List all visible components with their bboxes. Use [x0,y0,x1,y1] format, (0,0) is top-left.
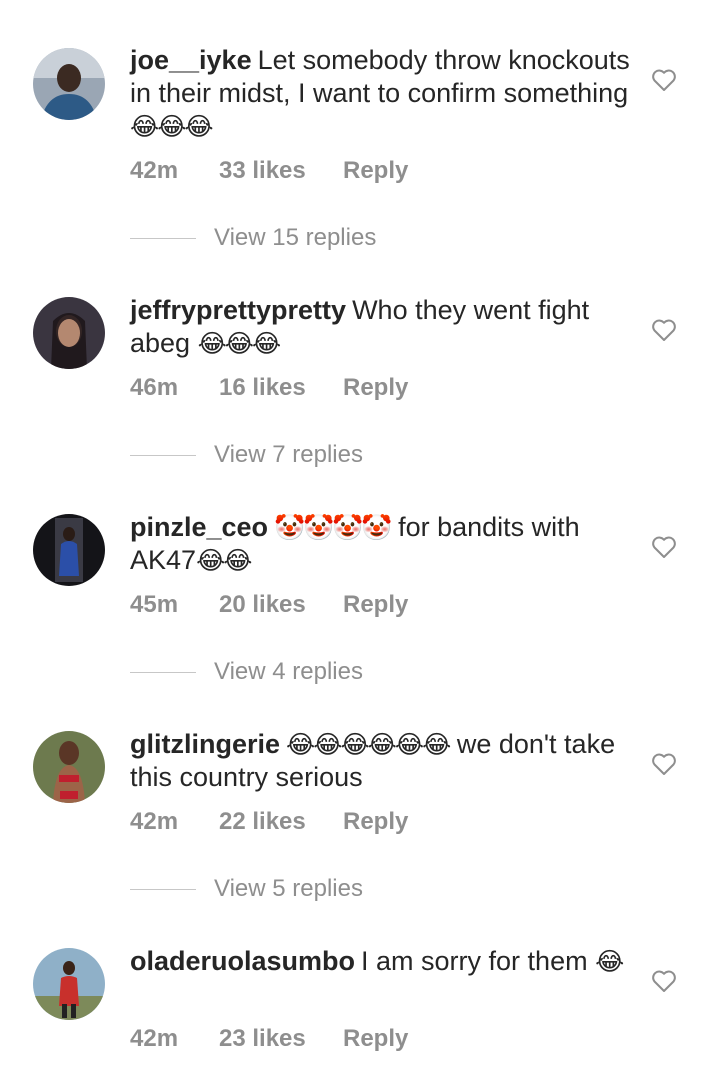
emoji: 😂 [595,947,624,976]
comment-time: 42m [130,157,179,184]
divider [130,238,196,239]
heart-icon[interactable] [651,969,677,993]
reply-button[interactable]: Reply [343,591,408,619]
like-count[interactable]: 22 likes [219,808,306,836]
comment-username[interactable]: joe__iyke [130,45,252,75]
comment-text: joe__iyke Let somebody throw knockouts in… [130,44,630,143]
reply-button[interactable]: Reply [343,1025,408,1053]
comment-time: 42m [130,1025,179,1052]
view-replies-label[interactable]: View 4 replies [214,658,363,686]
comment-time: 46m [130,374,179,401]
avatar[interactable] [33,948,105,1020]
heart-icon[interactable] [651,535,677,559]
comment-time: 42m [130,808,179,835]
like-count[interactable]: 23 likes [219,1025,306,1053]
emoji: 😂😂 [196,546,252,575]
avatar[interactable] [33,731,105,803]
heart-icon[interactable] [651,318,677,342]
avatar[interactable] [33,297,105,369]
avatar[interactable] [33,514,105,586]
comment-text: pinzle_ceo 🤡🤡🤡🤡 for bandits with AK47😂😂 [130,511,630,577]
emoji: 😂😂😂😂😂😂 [286,730,451,759]
reply-button[interactable]: Reply [343,374,408,402]
avatar[interactable] [33,48,105,120]
view-replies-label[interactable]: View 5 replies [214,875,363,903]
like-count[interactable]: 33 likes [219,157,306,185]
comment-username[interactable]: glitzlingerie [130,729,280,759]
comment-text: oladeruolasumbo I am sorry for them 😂 [130,945,630,978]
comment-body: I am sorry for them [361,946,588,976]
like-count[interactable]: 20 likes [219,591,306,619]
comment-text: glitzlingerie 😂😂😂😂😂😂 we don't take this c… [130,728,630,794]
reply-button[interactable]: Reply [343,157,408,185]
comment-list: joe__iyke Let somebody throw knockouts in… [0,0,720,1079]
comment-text: jeffryprettypretty Who they went fight ab… [130,294,630,360]
reply-button[interactable]: Reply [343,808,408,836]
emoji: 😂😂😂 [197,329,282,358]
like-count[interactable]: 16 likes [219,374,306,402]
emoji: 🤡🤡🤡🤡 [274,513,393,542]
view-replies-label[interactable]: View 15 replies [214,224,376,252]
view-replies-label[interactable]: View 7 replies [214,441,363,469]
emoji: 😂😂😂 [130,112,214,141]
divider [130,889,196,890]
comment-username[interactable]: oladeruolasumbo [130,946,355,976]
comment-time: 45m [130,591,179,618]
comment-username[interactable]: pinzle_ceo [130,512,268,542]
divider [130,455,196,456]
divider [130,672,196,673]
heart-icon[interactable] [651,68,677,92]
comment-username[interactable]: jeffryprettypretty [130,295,346,325]
heart-icon[interactable] [651,752,677,776]
